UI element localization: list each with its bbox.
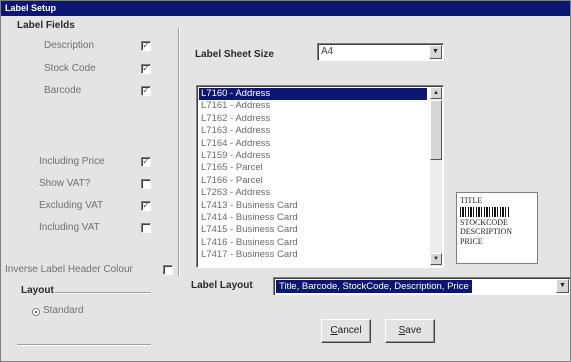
layout-group-divider	[55, 292, 151, 294]
stock-code-field-label: Stock Code	[44, 63, 96, 74]
save-label: ave	[405, 325, 422, 336]
check-icon: ✓	[142, 201, 150, 211]
inverse-header-checkbox[interactable]	[163, 265, 173, 275]
label-sheet-size-select[interactable]: A4 ▼	[317, 43, 444, 61]
including-vat-checkbox[interactable]	[141, 223, 151, 233]
list-item[interactable]: L7165 - Parcel	[199, 162, 427, 174]
barcode-checkbox[interactable]: ✓	[141, 86, 151, 96]
list-item[interactable]: L7417 - Business Card	[199, 249, 427, 261]
list-item[interactable]: L7416 - Business Card	[199, 237, 427, 249]
radio-selected-icon[interactable]	[32, 308, 40, 316]
including-price-checkbox[interactable]: ✓	[141, 157, 151, 167]
show-vat-label: Show VAT?	[39, 178, 91, 189]
layout-group-bottom-divider	[17, 344, 151, 346]
label-type-list[interactable]: L7160 - Address L7161 - Address L7162 - Ad…	[196, 85, 444, 268]
check-icon: ✓	[142, 86, 150, 96]
list-item[interactable]: L7413 - Business Card	[199, 200, 427, 212]
check-icon: ✓	[142, 64, 150, 74]
including-vat-label: Including VAT	[39, 222, 100, 233]
scroll-up-icon[interactable]: ▲	[430, 87, 442, 99]
save-button[interactable]: Save	[385, 319, 435, 343]
preview-stockcode: STOCKCODE	[460, 217, 508, 227]
excluding-vat-checkbox[interactable]: ✓	[141, 201, 151, 211]
including-price-label: Including Price	[39, 156, 105, 167]
list-item[interactable]: L7263 - Address	[199, 187, 427, 199]
list-item[interactable]: L7163 - Address	[199, 125, 427, 137]
cancel-button[interactable]: Cancel	[321, 319, 371, 343]
list-item[interactable]: L7164 - Address	[199, 138, 427, 150]
label-fields-heading: Label Fields	[17, 20, 75, 31]
barcode-preview-icon	[460, 206, 510, 217]
label-sheet-size-value: A4	[321, 46, 334, 57]
scroll-thumb[interactable]	[430, 100, 442, 160]
show-vat-checkbox[interactable]	[141, 179, 151, 189]
cancel-label: ancel	[337, 325, 362, 336]
list-item[interactable]: L7159 - Address	[199, 150, 427, 162]
preview-price: PRICE	[460, 236, 483, 246]
label-layout-value: Title, Barcode, StockCode, Description, …	[276, 280, 472, 293]
standard-layout-option[interactable]: Standard	[43, 305, 84, 316]
inverse-header-label: Inverse Label Header Colour	[5, 264, 133, 275]
description-checkbox[interactable]: ✓	[141, 41, 151, 51]
section-separator	[178, 27, 180, 277]
excluding-vat-label: Excluding VAT	[39, 200, 104, 211]
list-item[interactable]: L7162 - Address	[199, 113, 427, 125]
check-icon: ✓	[142, 41, 150, 51]
window-title: Label Setup	[1, 1, 570, 16]
description-field-label: Description	[44, 40, 95, 51]
label-layout-label: Label Layout	[191, 280, 253, 291]
label-setup-dialog: Label Setup Label Fields Description ✓ S…	[0, 0, 571, 362]
stock-code-checkbox[interactable]: ✓	[141, 64, 151, 74]
barcode-field-label: Barcode	[44, 85, 82, 96]
scroll-down-icon[interactable]: ▼	[430, 253, 442, 265]
label-type-items: L7160 - Address L7161 - Address L7162 - Ad…	[199, 88, 427, 261]
dropdown-arrow-icon[interactable]: ▼	[429, 45, 442, 59]
label-layout-select[interactable]: Title, Barcode, StockCode, Description, …	[273, 277, 570, 295]
list-item[interactable]: L7414 - Business Card	[199, 212, 427, 224]
list-item[interactable]: L7161 - Address	[199, 100, 427, 112]
list-item[interactable]: L7166 - Parcel	[199, 175, 427, 187]
dropdown-arrow-icon[interactable]: ▼	[556, 279, 569, 293]
cancel-accel: C	[330, 325, 338, 336]
label-list-scrollbar[interactable]: ▲ ▼	[430, 87, 442, 266]
list-item[interactable]: L7160 - Address	[199, 88, 427, 101]
check-icon: ✓	[142, 157, 150, 167]
label-sheet-size-label: Label Sheet Size	[195, 49, 274, 60]
preview-title: TITLE	[460, 196, 483, 205]
label-preview: TITLE STOCKCODE DESCRIPTION PRICE	[456, 192, 538, 264]
list-item[interactable]: L7415 - Business Card	[199, 224, 427, 236]
layout-group-heading: Layout	[21, 285, 54, 296]
preview-description: DESCRIPTION	[460, 227, 513, 236]
